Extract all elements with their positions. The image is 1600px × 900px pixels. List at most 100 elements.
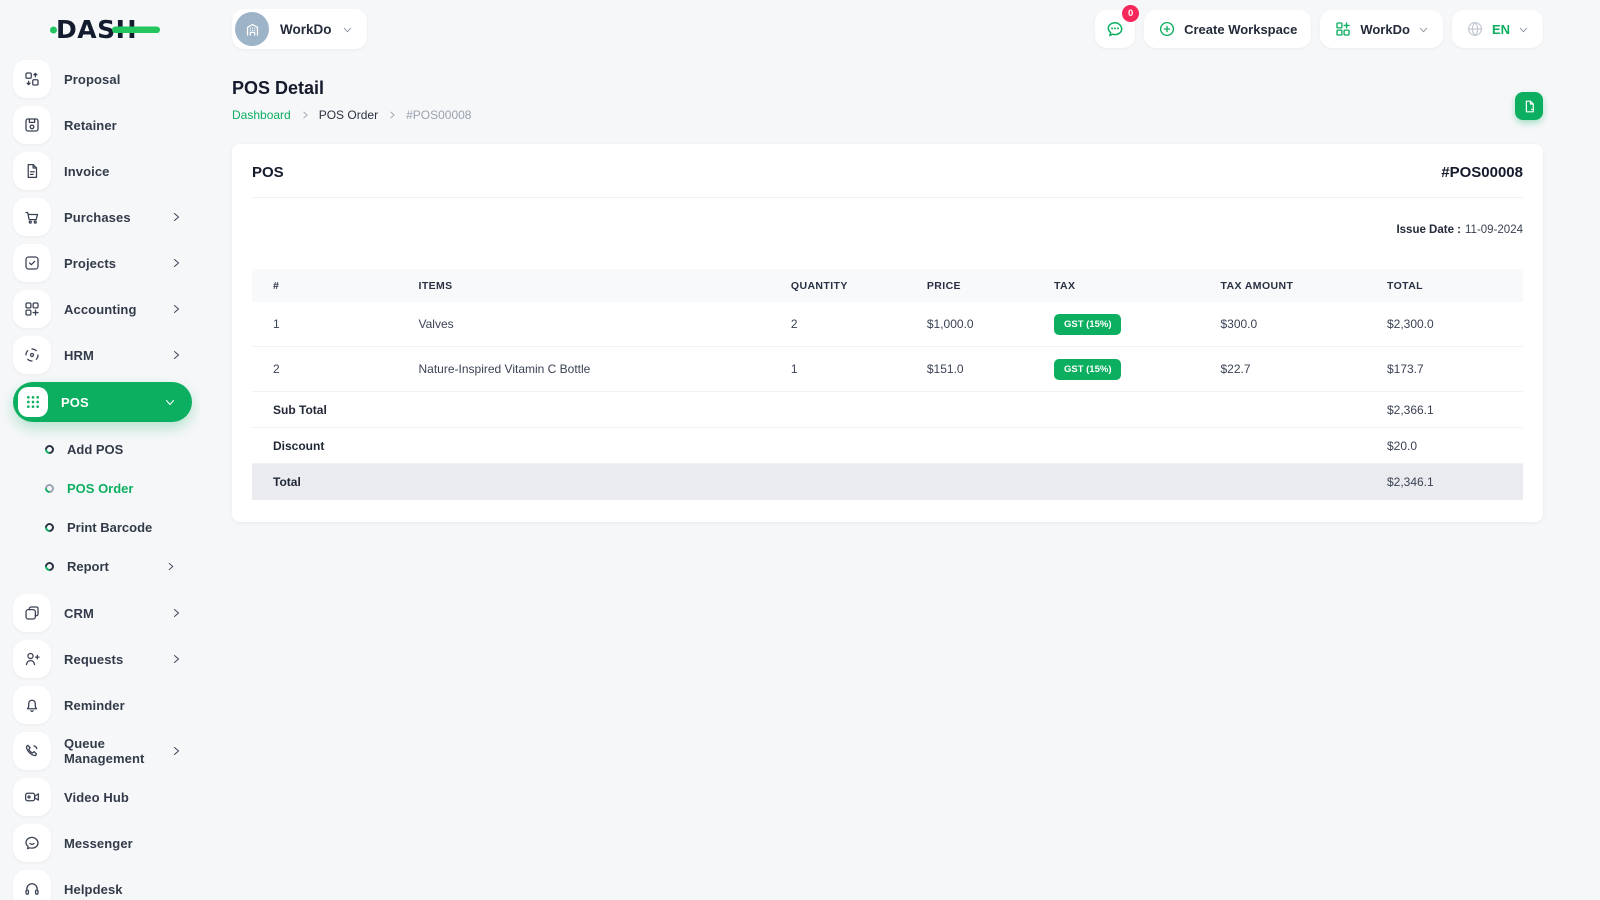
submenu-item-print-barcode[interactable]: Print Barcode [13,512,196,542]
sidebar-item-label: Requests [64,651,124,667]
sidebar-item-label: Retainer [64,117,117,133]
chevron-down-icon [1419,27,1428,32]
cell-total: $2,300.0 [1386,317,1434,331]
sidebar-item-label: Reminder [64,697,125,713]
accounting-icon [25,302,39,316]
bullet-icon [43,481,56,495]
brand-logo[interactable]: DASH [0,0,200,58]
pos-grid-icon [27,396,39,408]
subtotal-value: $2,366.1 [1386,402,1434,417]
retainer-icon [25,118,39,132]
cell-total: $173.7 [1386,362,1424,376]
col-header-no: # [273,279,280,292]
sidebar-item-video-hub[interactable]: Video Hub [13,778,196,816]
main-content: WorkDo 0 Create Workspace WorkDo EN POS … [200,0,1600,900]
page-header: POS Detail Dashboard POS Order #POS00008 [232,78,1543,122]
sidebar-item-crm[interactable]: CRM [13,594,196,632]
chevron-down-icon [343,27,351,32]
workspace-avatar [235,12,269,46]
messages-count-badge: 0 [1122,5,1140,22]
breadcrumb: Dashboard POS Order #POS00008 [232,108,471,122]
chevron-down-icon [1519,27,1528,32]
discount-row: Discount $20.0 [252,428,1523,464]
globe-icon [1467,21,1482,37]
sidebar-item-label: Helpdesk [64,881,123,897]
pos-submenu: Add POS POS Order Print Barcode Report [13,432,196,594]
language-selector[interactable]: EN [1451,10,1543,48]
tax-badge: GST (15%) [1053,358,1122,380]
sidebar-item-pos[interactable]: POS [13,382,192,422]
sidebar-item-purchases[interactable]: Purchases [13,198,196,236]
cell-no: 2 [273,362,280,376]
plus-circle-icon [1160,21,1175,37]
pos-detail-card: POS #POS00008 Issue Date : 11-09-2024 # … [232,144,1543,522]
discount-label: Discount [273,438,325,453]
tax-badge: GST (15%) [1053,313,1122,335]
chevron-right-icon [170,745,182,757]
total-value: $2,346.1 [1386,475,1434,489]
sidebar-item-messenger[interactable]: Messenger [13,824,196,862]
messenger-chat-icon [25,836,39,850]
sidebar-item-requests[interactable]: Requests [13,640,196,678]
issue-date-value: 11-09-2024 [1465,224,1523,236]
sidebar-item-queue-management[interactable]: Queue Management [13,732,196,770]
apps-dropdown-button[interactable]: WorkDo [1320,10,1443,48]
sidebar-item-hrm[interactable]: HRM [13,336,196,374]
building-icon [246,23,258,36]
cell-tax-amount: $22.7 [1220,362,1251,376]
apps-dropdown-label: WorkDo [1360,21,1410,37]
breadcrumb-dashboard-link[interactable]: Dashboard [232,108,291,122]
sidebar-item-helpdesk[interactable]: Helpdesk [13,870,196,900]
language-label: EN [1491,21,1510,37]
messages-button[interactable]: 0 [1095,5,1140,48]
col-header-price: PRICE [926,279,961,292]
table-row: 1 Valves 2 $1,000.0 GST (15%) $300.0 $2,… [252,302,1523,347]
chat-bubble-icon [1107,21,1123,37]
bullet-icon [43,559,56,573]
submenu-item-report[interactable]: Report [13,551,196,581]
sidebar-item-invoice[interactable]: Invoice [13,152,196,190]
cell-item: Valves [418,317,454,331]
col-header-items: ITEMS [418,279,453,292]
cell-item: Nature-Inspired Vitamin C Bottle [418,362,591,376]
cell-price: $151.0 [926,362,964,376]
file-export-icon [1525,100,1534,112]
breadcrumb-pos-order-link[interactable]: POS Order [319,108,378,122]
cell-tax-amount: $300.0 [1220,317,1258,331]
divider [252,197,1523,198]
submenu-item-pos-order[interactable]: POS Order [13,473,196,503]
projects-icon [25,256,39,270]
sidebar-item-accounting[interactable]: Accounting [13,290,196,328]
chevron-right-icon [170,303,182,315]
sidebar-item-proposal[interactable]: Proposal [13,60,196,98]
submenu-item-add-pos[interactable]: Add POS [13,434,196,464]
sidebar-item-label: HRM [64,347,94,363]
breadcrumb-current: #POS00008 [406,108,472,122]
col-header-total: TOTAL [1386,279,1423,292]
chevron-right-icon [170,653,182,665]
topbar-actions: 0 Create Workspace WorkDo EN [1095,5,1543,48]
workspace-switcher[interactable]: WorkDo [232,9,367,49]
card-title: POS [252,164,284,181]
queue-phone-icon [25,744,38,757]
sidebar-item-retainer[interactable]: Retainer [13,106,196,144]
dash-logo-icon: DASH [50,15,160,44]
sidebar-item-projects[interactable]: Projects [13,244,196,282]
sidebar: DASH Proposal Retainer Invoice Purchases [0,0,200,900]
chevron-down-icon [164,396,176,408]
create-workspace-button[interactable]: Create Workspace [1144,10,1312,48]
pos-items-table: # ITEMS QUANTITY PRICE TAX TAX AMOUNT TO… [252,269,1523,500]
sidebar-item-label: Invoice [64,163,110,179]
chevron-right-icon [165,561,176,572]
helpdesk-headset-icon [25,883,39,895]
requests-icon [25,652,40,666]
export-pos-button[interactable] [1515,92,1543,120]
issue-date-label: Issue Date : [1396,224,1462,236]
total-row: Total $2,346.1 [252,464,1523,500]
invoice-icon [27,163,38,179]
chevron-right-icon [170,211,182,223]
chevron-right-icon [170,349,182,361]
sidebar-item-reminder[interactable]: Reminder [13,686,196,724]
crm-icon [25,606,39,620]
sidebar-item-label: POS [61,394,89,410]
